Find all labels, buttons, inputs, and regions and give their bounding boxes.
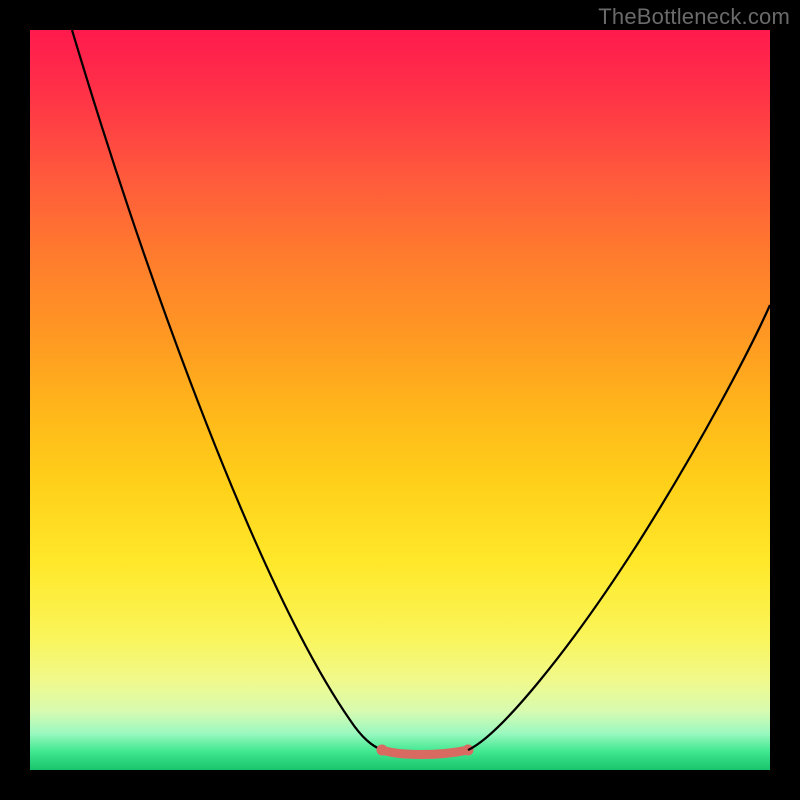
bottleneck-curve [30,30,770,770]
plot-area [30,30,770,770]
curve-trough [382,750,468,755]
curve-right-branch [468,305,770,750]
watermark-text: TheBottleneck.com [598,4,790,30]
curve-left-branch [72,30,382,750]
chart-frame: TheBottleneck.com [0,0,800,800]
trough-left-dot [377,745,388,756]
